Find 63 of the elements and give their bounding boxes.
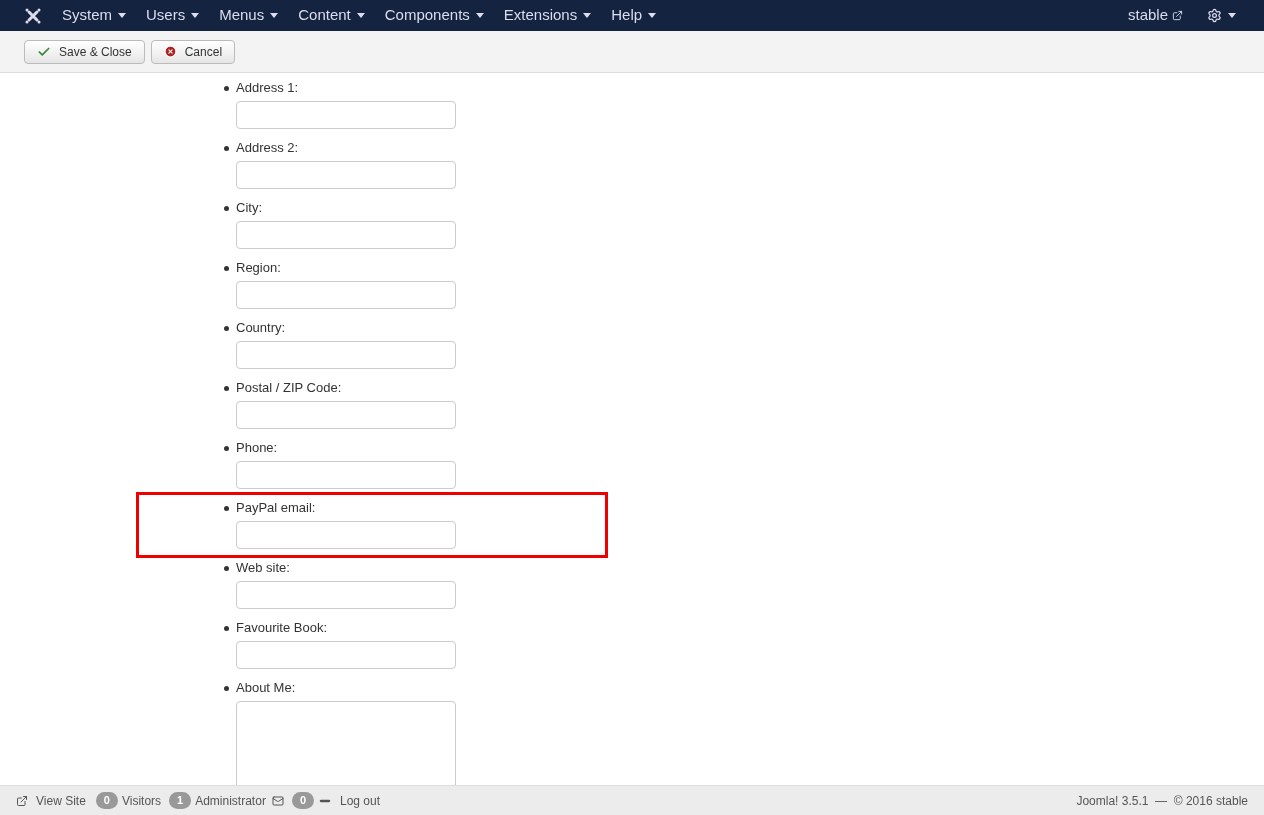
text-input[interactable]: [236, 221, 456, 249]
text-input[interactable]: [236, 461, 456, 489]
bullet-icon: [224, 385, 229, 391]
caret-icon: [475, 13, 484, 18]
field-label: Region:: [236, 259, 281, 278]
caret-icon: [118, 13, 126, 18]
text-input[interactable]: [236, 101, 456, 129]
bullet-icon: [224, 625, 229, 631]
text-input[interactable]: [236, 401, 456, 429]
count-badge: 0: [95, 792, 118, 809]
caret-icon: [648, 13, 657, 18]
external-link-icon: [1172, 10, 1183, 21]
menu-item[interactable]: Content: [298, 4, 365, 27]
text-input[interactable]: [236, 341, 456, 369]
view-site-link[interactable]: View Site: [36, 791, 86, 810]
bullet-icon: [224, 565, 229, 571]
caret-icon: [191, 13, 200, 18]
save-close-button[interactable]: Save & Close: [24, 39, 145, 64]
field-label: Country:: [236, 319, 286, 338]
external-link-icon: [16, 794, 28, 807]
menu-item[interactable]: System: [62, 4, 126, 27]
mail-icon: [271, 794, 284, 807]
version-text: Joomla! 3.5.1 — © 2016 stable: [1076, 792, 1248, 810]
text-input[interactable]: [236, 641, 456, 669]
field-label: Address 1:: [236, 79, 299, 98]
bullet-icon: [224, 265, 229, 271]
caret-icon: [270, 13, 279, 18]
menu-item[interactable]: Components: [384, 4, 484, 27]
field-label: Phone:: [236, 439, 278, 458]
cancel-button[interactable]: Cancel: [150, 39, 236, 64]
caret-icon: [356, 13, 365, 18]
field-label: Web site:: [236, 559, 290, 578]
text-input[interactable]: [236, 281, 456, 309]
field-label: About Me:: [236, 679, 296, 698]
text-input[interactable]: [236, 521, 456, 549]
bullet-icon: [224, 205, 229, 211]
visitors-label: Visitors: [121, 792, 162, 810]
caret-icon: [583, 13, 592, 18]
bullet-icon: [224, 445, 229, 451]
administrator-label: Administrator: [195, 792, 266, 810]
logout-link[interactable]: Log out: [340, 791, 381, 810]
menu-item[interactable]: Menus: [219, 4, 279, 27]
menu-item[interactable]: Extensions: [503, 4, 592, 27]
field-label: Postal / ZIP Code:: [236, 379, 342, 398]
text-input[interactable]: [236, 581, 456, 609]
field-label: Favourite Book:: [236, 619, 328, 638]
menu-item[interactable]: Help: [611, 4, 657, 27]
bullet-icon: [224, 145, 229, 151]
caret-icon: [1228, 13, 1236, 18]
settings-menu[interactable]: [1207, 8, 1236, 23]
field-label: City:: [236, 199, 262, 218]
field-label: Address 2:: [236, 139, 299, 158]
field-label: PayPal email:: [236, 499, 316, 518]
bullet-icon: [224, 685, 229, 691]
count-badge: 0: [291, 792, 314, 809]
bullet-icon: [224, 85, 229, 91]
site-link[interactable]: stable: [1127, 4, 1183, 27]
cancel-icon: [163, 45, 177, 58]
bullet-icon: [224, 505, 229, 511]
bullet-icon: [224, 325, 229, 331]
menu-item[interactable]: Users: [146, 4, 200, 27]
text-input[interactable]: [236, 161, 456, 189]
count-badge: 1: [169, 792, 192, 809]
